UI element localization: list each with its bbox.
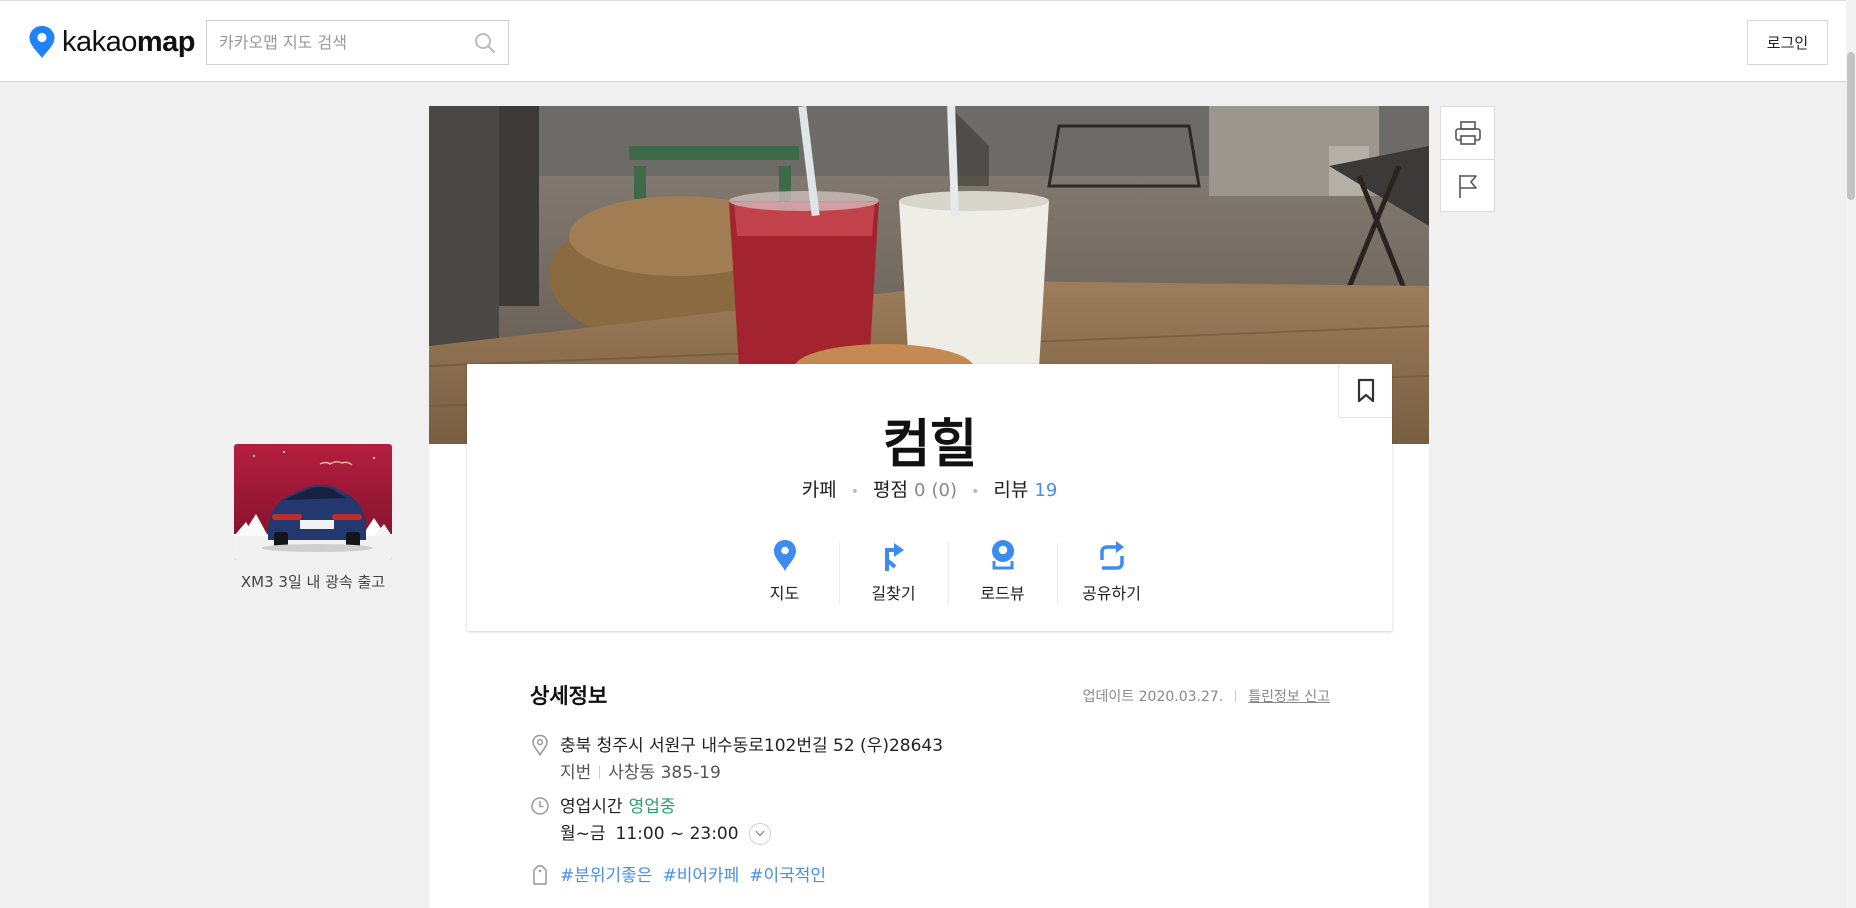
tag-icon	[533, 865, 547, 885]
chevron-down-icon	[755, 830, 765, 837]
updated-date: 업데이트 2020.03.27.	[1082, 689, 1224, 705]
meta-dot: •	[971, 484, 980, 500]
action-bar: 지도 길찾기 로드뷰 공유하기	[730, 536, 1166, 606]
bookmark-icon	[1357, 378, 1374, 402]
scrollbar[interactable]	[1846, 0, 1856, 908]
map-pin-icon	[773, 540, 796, 571]
report-flag-button[interactable]	[1441, 159, 1494, 211]
review-count[interactable]: 19	[1034, 480, 1057, 501]
clock-icon	[531, 797, 549, 815]
flag-icon	[1458, 174, 1477, 198]
search-input[interactable]	[207, 21, 472, 64]
map-button-label: 지도	[769, 584, 800, 603]
roadview-button-label: 로드뷰	[980, 584, 1025, 603]
location-icon	[532, 734, 548, 756]
rating-value: 0	[914, 480, 926, 501]
tag-item[interactable]: #분위기좋은	[560, 865, 652, 887]
rating-count: (0)	[931, 480, 958, 501]
top-header: kakaomap 로그인	[0, 0, 1856, 82]
place-category: 카페	[801, 479, 837, 501]
ad-caption[interactable]: XM3 3일 내 광속 출고	[234, 571, 392, 592]
detail-section: 상세정보 업데이트 2020.03.27. 틀린정보 신고 충북 청주시 서원구…	[530, 680, 1330, 886]
kakaomap-logo[interactable]: kakaomap	[28, 25, 196, 59]
report-wrong-info-link[interactable]: 틀린정보 신고	[1248, 686, 1330, 706]
directions-icon	[884, 543, 904, 571]
place-meta: 카페 • 평점 0 (0) • 리뷰 19	[467, 475, 1392, 502]
share-icon	[1099, 541, 1124, 570]
hours-label: 영업시간	[560, 796, 623, 817]
open-status: 영업중	[628, 796, 676, 817]
tag-item[interactable]: #비어카페	[662, 865, 739, 887]
place-info-card: 컴힐 카페 • 평점 0 (0) • 리뷰 19 지도 길찾기 로드뷰 공유하기	[467, 364, 1392, 631]
hours-time: 11:00 ~ 23:00	[615, 823, 739, 844]
jibun-line: 지번 사창동 385-19	[560, 759, 943, 786]
scrollbar-thumb[interactable]	[1847, 52, 1855, 200]
print-button[interactable]	[1441, 107, 1494, 159]
rating-label: 평점	[873, 479, 908, 501]
directions-button-label: 길찾기	[871, 584, 916, 603]
search-icon[interactable]	[472, 30, 498, 56]
divider	[599, 766, 601, 779]
roadview-icon	[991, 540, 1014, 570]
logo-text: kakaomap	[62, 25, 196, 58]
share-button[interactable]: 공유하기	[1057, 536, 1166, 606]
ad-car-image[interactable]	[234, 444, 392, 560]
jibun-label: 지번	[560, 762, 592, 783]
login-button[interactable]: 로그인	[1747, 20, 1828, 65]
address-text: 충북 청주시 서원구 내수동로102번길 52 (우)28643	[560, 735, 944, 756]
detail-update-info: 업데이트 2020.03.27. 틀린정보 신고	[1083, 686, 1330, 706]
divider	[1235, 690, 1237, 702]
place-name: 컴힐	[882, 415, 978, 475]
logo-pin-icon	[29, 26, 55, 58]
share-button-label: 공유하기	[1082, 584, 1141, 603]
hours-expand-button[interactable]	[748, 822, 771, 845]
meta-dot: •	[850, 484, 859, 500]
tag-list: #분위기좋은 #비어카페 #이국적인	[560, 862, 836, 889]
hours-days: 월~금	[560, 823, 606, 844]
hours-line: 월~금 11:00 ~ 23:00	[560, 820, 771, 847]
tag-item[interactable]: #이국적인	[749, 865, 826, 887]
roadview-button[interactable]: 로드뷰	[948, 536, 1057, 606]
printer-icon	[1454, 121, 1481, 145]
side-toolbar	[1440, 106, 1495, 212]
jibun-value: 사창동 385-19	[608, 762, 721, 783]
review-label[interactable]: 리뷰	[993, 479, 1028, 501]
hours-header: 영업시간 영업중	[560, 793, 771, 820]
map-button[interactable]: 지도	[730, 536, 839, 606]
side-ad[interactable]: XM3 3일 내 광속 출고	[234, 444, 392, 592]
directions-button[interactable]: 길찾기	[839, 536, 948, 606]
search-box	[206, 20, 509, 65]
